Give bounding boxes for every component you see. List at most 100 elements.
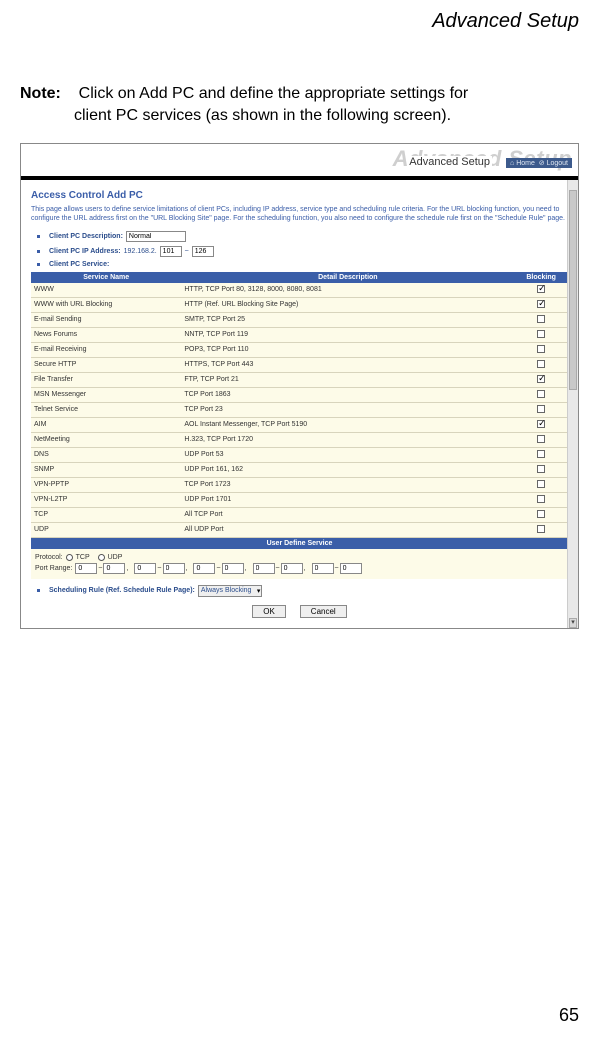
port-range-row: Port Range: ~,~,~,~,~ [35,563,564,574]
table-row: File TransferFTP, TCP Port 21 [31,372,568,387]
port-range-group: ~, [193,563,246,574]
blocking-checkbox[interactable] [537,435,545,443]
scroll-down-icon[interactable]: ▾ [569,618,577,628]
blocking-checkbox[interactable] [537,315,545,323]
service-desc-cell: UDP Port 53 [181,447,514,462]
service-name-cell: TCP [31,507,181,522]
protocol-udp-radio[interactable] [98,554,105,561]
protocol-tcp-radio[interactable] [66,554,73,561]
service-blocking-cell [514,417,568,432]
blocking-checkbox[interactable] [537,300,545,308]
table-row: E-mail ReceivingPOP3, TCP Port 110 [31,342,568,357]
port-from-input[interactable] [134,563,156,574]
service-blocking-cell [514,432,568,447]
service-desc-cell: HTTP (Ref. URL Blocking Site Page) [181,297,514,312]
service-name-cell: E-mail Receiving [31,342,181,357]
service-desc-cell: TCP Port 23 [181,402,514,417]
service-name-cell: VPN-PPTP [31,477,181,492]
service-blocking-cell [514,477,568,492]
service-name-cell: WWW with URL Blocking [31,297,181,312]
home-link[interactable]: Home [516,160,535,167]
blocking-checkbox[interactable] [537,495,545,503]
port-to-input[interactable] [281,563,303,574]
scrollbar[interactable]: ▾ [567,180,578,628]
port-from-input[interactable] [312,563,334,574]
service-name-cell: E-mail Sending [31,312,181,327]
service-name-cell: News Forums [31,327,181,342]
port-tilde: ~ [216,565,220,572]
th-blocking: Blocking [514,272,568,283]
port-from-input[interactable] [193,563,215,574]
port-from-input[interactable] [75,563,97,574]
service-name-cell: Telnet Service [31,402,181,417]
blocking-checkbox[interactable] [537,510,545,518]
table-row: NetMeetingH.323, TCP Port 1720 [31,432,568,447]
table-row: WWWHTTP, TCP Port 80, 3128, 8000, 8080, … [31,283,568,298]
client-desc-input[interactable] [126,231,186,242]
blocking-checkbox[interactable] [537,405,545,413]
blocking-checkbox[interactable] [537,390,545,398]
table-row: Telnet ServiceTCP Port 23 [31,402,568,417]
service-blocking-cell [514,522,568,537]
blocking-checkbox[interactable] [537,345,545,353]
port-to-input[interactable] [340,563,362,574]
client-desc-label: Client PC Description: [49,233,123,240]
blocking-checkbox[interactable] [537,450,545,458]
protocol-udp-label: UDP [108,554,123,561]
service-desc-cell: POP3, TCP Port 110 [181,342,514,357]
port-tilde: ~ [98,565,102,572]
service-name-cell: WWW [31,283,181,298]
port-tilde: ~ [157,565,161,572]
screenshot-body: Access Control Add PC This page allows u… [21,180,578,628]
client-ip-label: Client PC IP Address: [49,248,121,255]
blocking-checkbox[interactable] [537,360,545,368]
port-to-input[interactable] [222,563,244,574]
service-blocking-cell [514,387,568,402]
uds-header: User Define Service [31,538,568,549]
service-desc-cell: TCP Port 1723 [181,477,514,492]
blocking-checkbox[interactable] [537,465,545,473]
service-blocking-cell [514,447,568,462]
schedule-row: Scheduling Rule (Ref. Schedule Rule Page… [31,585,568,597]
client-ip-row: Client PC IP Address: 192.168.2. ~ [31,246,568,257]
port-to-input[interactable] [103,563,125,574]
embedded-screenshot: Advanced Setup Advanced Setup ⌂ Home ⊘ L… [20,143,579,629]
service-name-cell: Secure HTTP [31,357,181,372]
blocking-checkbox[interactable] [537,330,545,338]
logout-icon[interactable]: ⊘ [539,160,547,167]
scroll-thumb[interactable] [569,190,577,390]
table-row: UDPAll UDP Port [31,522,568,537]
service-name-cell: NetMeeting [31,432,181,447]
schedule-select[interactable]: Always Blocking [198,585,263,597]
bullet-icon [37,250,40,253]
blocking-checkbox[interactable] [537,375,545,383]
bullet-icon [37,589,40,592]
blocking-checkbox[interactable] [537,285,545,293]
ip-to-input[interactable] [192,246,214,257]
bullet-icon [37,263,40,266]
port-to-input[interactable] [163,563,185,574]
page-header-title: Advanced Setup [0,0,599,33]
service-desc-cell: H.323, TCP Port 1720 [181,432,514,447]
service-desc-cell: All UDP Port [181,522,514,537]
table-row: SNMPUDP Port 161, 162 [31,462,568,477]
service-desc-cell: FTP, TCP Port 21 [181,372,514,387]
cancel-button[interactable]: Cancel [300,605,347,618]
service-blocking-cell [514,357,568,372]
logout-link[interactable]: Logout [547,160,568,167]
service-name-cell: MSN Messenger [31,387,181,402]
ip-from-input[interactable] [160,246,182,257]
port-from-input[interactable] [253,563,275,574]
blocking-checkbox[interactable] [537,480,545,488]
ok-button[interactable]: OK [252,605,286,618]
blocking-checkbox[interactable] [537,525,545,533]
screenshot-top-bar: Advanced Setup Advanced Setup ⌂ Home ⊘ L… [21,144,578,176]
table-row: MSN MessengerTCP Port 1863 [31,387,568,402]
service-desc-cell: UDP Port 1701 [181,492,514,507]
service-desc-cell: NNTP, TCP Port 119 [181,327,514,342]
service-name-cell: SNMP [31,462,181,477]
service-blocking-cell [514,342,568,357]
service-name-cell: UDP [31,522,181,537]
blocking-checkbox[interactable] [537,420,545,428]
table-row: TCPAll TCP Port [31,507,568,522]
